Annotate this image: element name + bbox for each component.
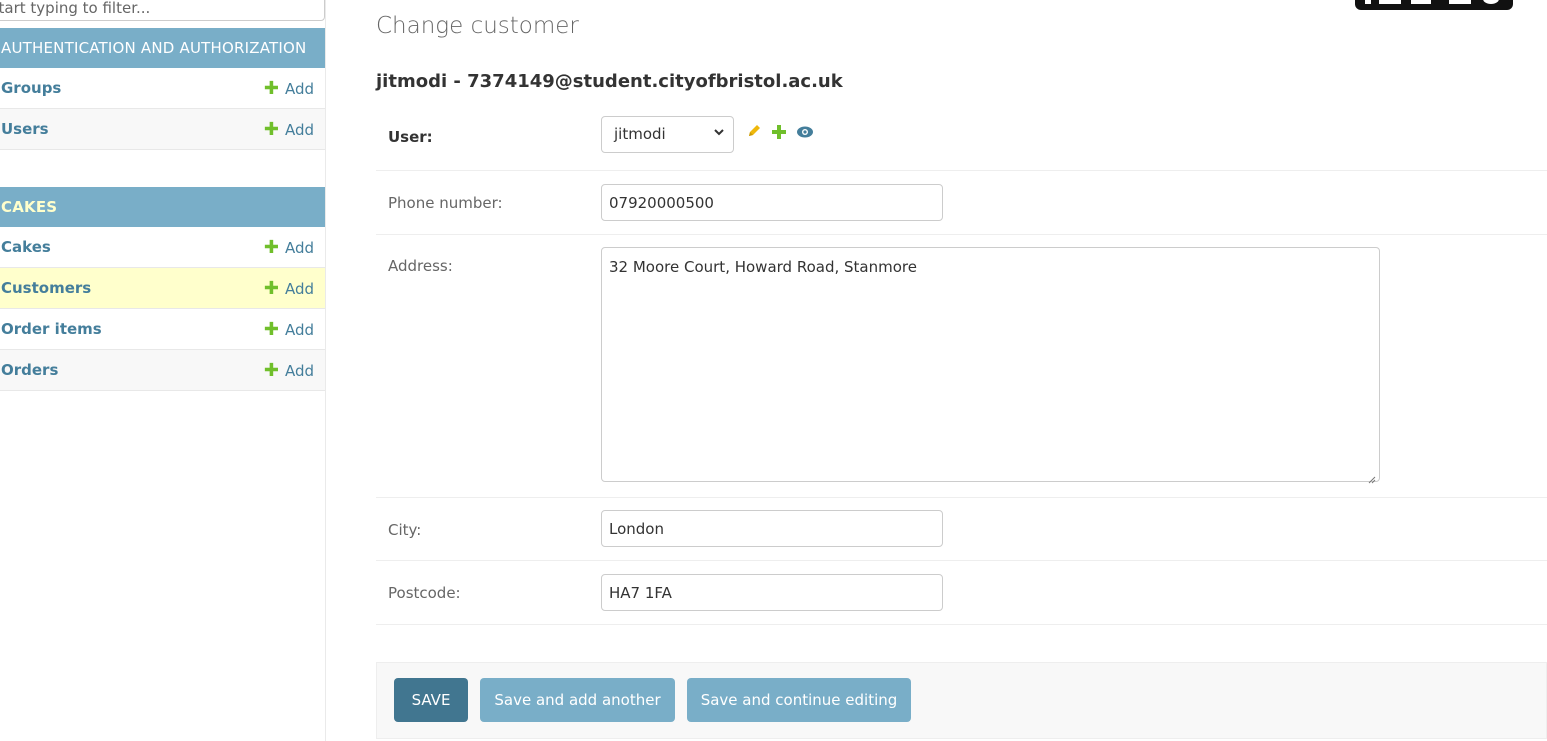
eye-icon[interactable]: [796, 124, 814, 143]
user-select-value: jitmodi: [614, 125, 666, 143]
module-header-auth: AUTHENTICATION AND AUTHORIZATION: [0, 28, 325, 68]
module-header-cakes: CAKES: [0, 187, 325, 227]
form-row-phone: Phone number:: [376, 171, 1547, 235]
plus-icon: ✚: [263, 319, 279, 340]
users-add-link[interactable]: ✚ Add: [264, 109, 314, 151]
form-row-user: User: jitmodi: [376, 106, 1547, 171]
cakes-add-link[interactable]: ✚ Add: [264, 227, 314, 269]
toolbar-icon: [1411, 0, 1431, 4]
customers-link[interactable]: Customers: [1, 268, 91, 309]
toolbar-icon: [1379, 0, 1401, 4]
object-title: jitmodi - 7374149@student.cityofbristol.…: [376, 71, 843, 92]
user-select[interactable]: jitmodi: [601, 116, 734, 153]
page-title: Change customer: [376, 13, 579, 39]
postcode-label: Postcode:: [388, 584, 461, 602]
resize-handle-icon[interactable]: [1368, 470, 1376, 484]
sidebar-item-groups: Groups ✚ Add: [0, 68, 325, 109]
form-row-address: Address: 32 Moore Court, Howard Road, St…: [376, 235, 1547, 498]
customers-add-link[interactable]: ✚ Add: [264, 268, 314, 310]
nav-filter-input[interactable]: [0, 0, 325, 21]
save-button[interactable]: SAVE: [394, 678, 468, 722]
address-value: 32 Moore Court, Howard Road, Stanmore: [609, 258, 917, 276]
plus-icon: ✚: [263, 119, 279, 140]
related-widget-icons: [746, 123, 814, 143]
chevron-down-icon: [713, 117, 725, 152]
groups-link[interactable]: Groups: [1, 68, 61, 109]
user-label: User:: [388, 128, 433, 146]
phone-label: Phone number:: [388, 194, 503, 212]
plus-icon: ✚: [263, 278, 279, 299]
orders-add-link[interactable]: ✚ Add: [264, 350, 314, 392]
pencil-icon[interactable]: [746, 123, 762, 143]
sidebar-item-customers: Customers ✚ Add: [0, 268, 325, 309]
users-link[interactable]: Users: [1, 109, 49, 150]
plus-icon: ✚: [263, 78, 279, 99]
cakes-link[interactable]: Cakes: [1, 227, 51, 268]
plus-icon: ✚: [263, 237, 279, 258]
address-label: Address:: [388, 257, 453, 275]
form-row-city: City:: [376, 498, 1547, 561]
gear-icon: [1483, 0, 1499, 4]
sidebar-nav: AUTHENTICATION AND AUTHORIZATION Groups …: [0, 0, 326, 741]
sidebar-item-order-items: Order items ✚ Add: [0, 309, 325, 350]
save-and-continue-button[interactable]: Save and continue editing: [687, 678, 911, 722]
city-input[interactable]: [601, 510, 943, 547]
plus-icon[interactable]: [772, 124, 786, 143]
phone-input[interactable]: [601, 184, 943, 221]
toolbar-icon: [1365, 0, 1371, 4]
sidebar-item-users: Users ✚ Add: [0, 109, 325, 150]
form-row-postcode: Postcode:: [376, 561, 1547, 625]
groups-add-link[interactable]: ✚ Add: [264, 68, 314, 110]
debug-toolbar[interactable]: [1355, 0, 1513, 10]
submit-row: SAVE Save and add another Save and conti…: [376, 662, 1547, 739]
order-items-link[interactable]: Order items: [1, 309, 102, 350]
sidebar-item-cakes: Cakes ✚ Add: [0, 227, 325, 268]
orders-link[interactable]: Orders: [1, 350, 58, 391]
city-label: City:: [388, 521, 422, 539]
toolbar-icon: [1449, 0, 1471, 4]
order-items-add-link[interactable]: ✚ Add: [264, 309, 314, 351]
postcode-input[interactable]: [601, 574, 943, 611]
sidebar-item-orders: Orders ✚ Add: [0, 350, 325, 391]
address-textarea[interactable]: 32 Moore Court, Howard Road, Stanmore: [601, 247, 1380, 484]
save-and-add-another-button[interactable]: Save and add another: [480, 678, 675, 722]
plus-icon: ✚: [263, 360, 279, 381]
